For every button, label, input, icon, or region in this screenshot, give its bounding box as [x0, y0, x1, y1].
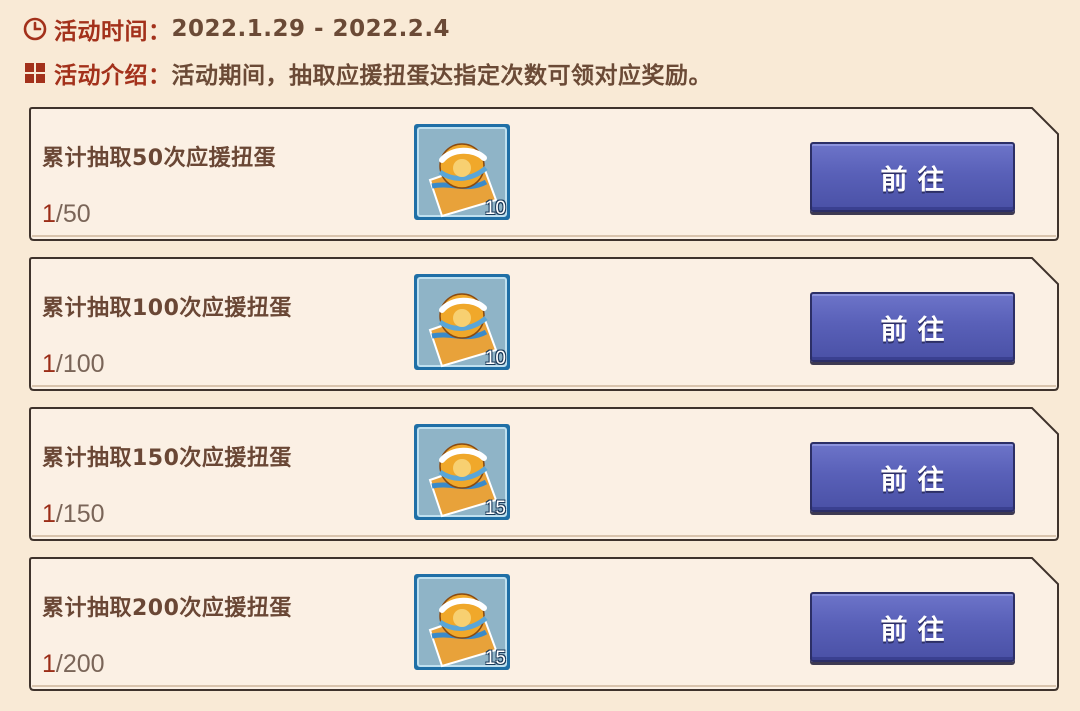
go-button[interactable]: 前往 — [810, 592, 1015, 662]
event-intro-value: 活动期间，抽取应援扭蛋达指定次数可领对应奖励。 — [171, 63, 712, 89]
grid-icon — [22, 60, 48, 86]
task-progress: 1/200 — [42, 650, 105, 679]
go-button[interactable]: 前往 — [810, 142, 1015, 212]
gacha-ticket-icon[interactable]: 15 — [412, 572, 512, 672]
gacha-ticket-icon[interactable]: 10 — [412, 122, 512, 222]
clock-icon — [22, 16, 48, 42]
event-intro-line: 活动介绍： 活动期间，抽取应援扭蛋达指定次数可领对应奖励。 — [22, 56, 712, 90]
progress-current: 1 — [42, 200, 56, 228]
progress-current: 1 — [42, 350, 56, 378]
reward-count: 10 — [484, 198, 506, 219]
progress-current: 1 — [42, 500, 56, 528]
task-list: 累计抽取50次应援扭蛋 1/50 10 前往 累计抽取100次应援扭蛋 1/10… — [28, 106, 1060, 706]
task-title: 累计抽取50次应援扭蛋 — [42, 146, 277, 171]
task-card: 累计抽取150次应援扭蛋 1/150 15 前往 — [28, 406, 1060, 542]
reward-count: 10 — [484, 348, 506, 369]
task-title: 累计抽取200次应援扭蛋 — [42, 596, 292, 621]
progress-total: /50 — [55, 200, 91, 228]
go-button-label: 前往 — [880, 614, 955, 646]
progress-total: /100 — [55, 350, 105, 378]
progress-current: 1 — [42, 650, 56, 678]
go-button[interactable]: 前往 — [810, 292, 1015, 362]
go-button-label: 前往 — [880, 464, 955, 496]
go-button-label: 前往 — [880, 314, 955, 346]
task-progress: 1/150 — [42, 500, 105, 529]
task-title: 累计抽取100次应援扭蛋 — [42, 296, 292, 321]
go-button[interactable]: 前往 — [810, 442, 1015, 512]
reward-count: 15 — [484, 498, 506, 519]
event-intro-label: 活动介绍： — [54, 63, 172, 89]
event-time-line: 活动时间： 2022.1.29 - 2022.2.4 — [22, 12, 450, 46]
gacha-ticket-icon[interactable]: 15 — [412, 422, 512, 522]
task-progress: 1/100 — [42, 350, 105, 379]
task-card: 累计抽取200次应援扭蛋 1/200 15 前往 — [28, 556, 1060, 692]
task-card: 累计抽取50次应援扭蛋 1/50 10 前往 — [28, 106, 1060, 242]
task-card: 累计抽取100次应援扭蛋 1/100 10 前往 — [28, 256, 1060, 392]
reward-count: 15 — [484, 648, 506, 669]
progress-total: /200 — [55, 650, 105, 678]
event-time-label: 活动时间： — [54, 19, 172, 45]
event-time-value: 2022.1.29 - 2022.2.4 — [171, 16, 451, 42]
progress-total: /150 — [55, 500, 105, 528]
task-progress: 1/50 — [42, 200, 91, 229]
gacha-ticket-icon[interactable]: 10 — [412, 272, 512, 372]
task-title: 累计抽取150次应援扭蛋 — [42, 446, 292, 471]
go-button-label: 前往 — [880, 164, 955, 196]
